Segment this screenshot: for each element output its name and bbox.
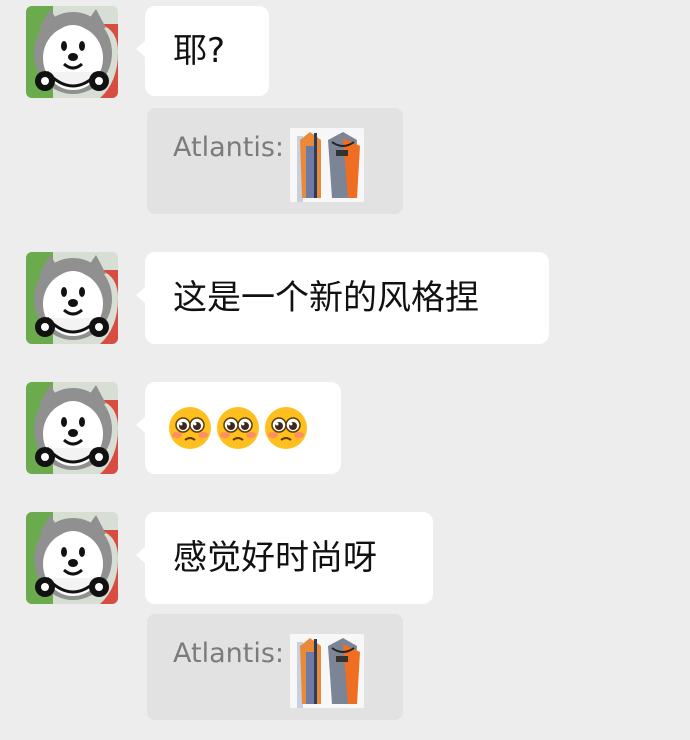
avatar[interactable] <box>26 512 118 604</box>
quoted-message[interactable]: Atlantis: <box>147 614 403 720</box>
emoji-row <box>167 405 309 451</box>
emoji-message-bubble[interactable] <box>136 382 341 474</box>
avatar[interactable] <box>26 382 118 474</box>
husky-dog-avatar-icon <box>26 382 118 474</box>
quote-author: Atlantis: <box>173 638 284 669</box>
message-text: 这是一个新的风格捏 <box>173 278 479 318</box>
husky-dog-avatar-icon <box>26 6 118 98</box>
message-text: 感觉好时尚呀 <box>173 538 377 578</box>
husky-dog-avatar-icon <box>26 252 118 344</box>
quote-author: Atlantis: <box>173 132 284 163</box>
avatar[interactable] <box>26 6 118 98</box>
chat-conversation: 耶? Atlantis: 这是一个新的风格捏 感觉好时尚呀 Atlantis: <box>0 0 690 740</box>
message-text: 耶? <box>173 31 226 71</box>
pleading-face-icon <box>169 407 211 449</box>
pleading-face-icon <box>217 407 259 449</box>
quoted-message[interactable]: Atlantis: <box>147 108 403 214</box>
husky-dog-avatar-icon <box>26 512 118 604</box>
avatar[interactable] <box>26 252 118 344</box>
message-bubble[interactable]: 感觉好时尚呀 <box>136 512 433 604</box>
message-bubble[interactable]: 这是一个新的风格捏 <box>136 252 549 344</box>
clothing-thumbnail-icon[interactable] <box>290 634 364 708</box>
clothing-thumbnail-icon[interactable] <box>290 128 364 202</box>
pleading-face-icon <box>265 407 307 449</box>
message-bubble[interactable]: 耶? <box>136 6 269 96</box>
